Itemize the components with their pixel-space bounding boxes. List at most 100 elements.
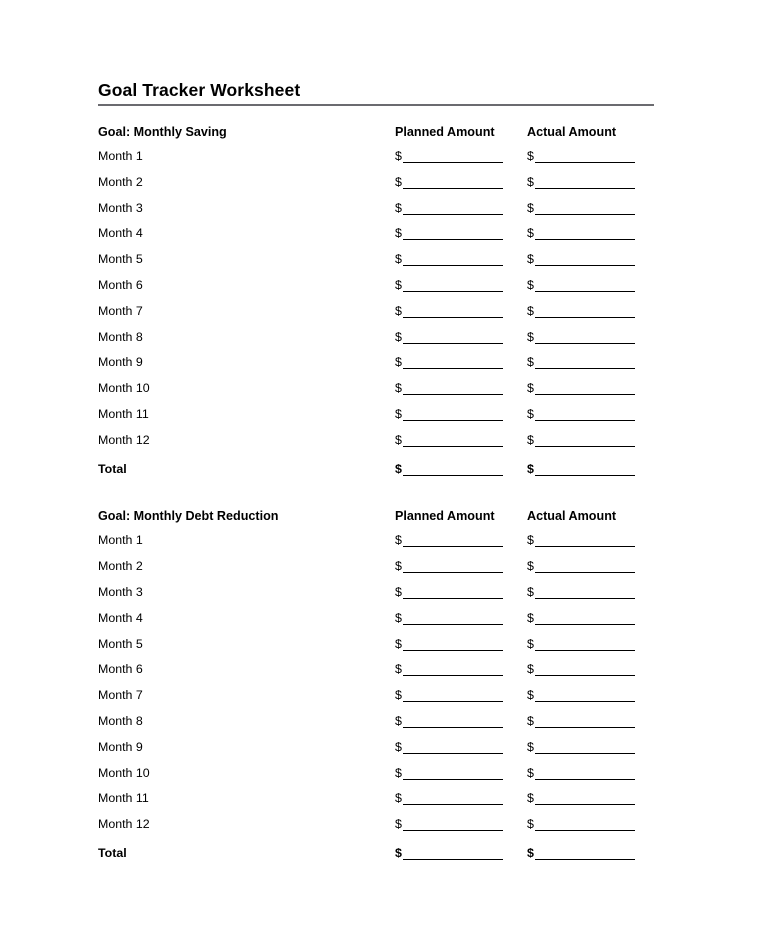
actual-amount-field[interactable]: $	[527, 330, 635, 344]
actual-amount-field[interactable]: $	[527, 407, 635, 421]
actual-amount-field[interactable]: $	[527, 278, 635, 292]
actual-amount-field[interactable]: $	[527, 150, 635, 163]
amount-write-in-line[interactable]	[402, 357, 503, 370]
actual-amount-field[interactable]: $	[527, 818, 635, 832]
actual-amount-field[interactable]: $	[527, 611, 635, 625]
amount-write-in-line[interactable]	[534, 535, 635, 548]
planned-amount-field[interactable]: $	[395, 585, 503, 599]
amount-write-in-line[interactable]	[534, 280, 635, 292]
amount-write-in-line[interactable]	[402, 151, 503, 163]
amount-write-in-line[interactable]	[402, 383, 503, 396]
amount-write-in-line[interactable]	[402, 280, 503, 292]
amount-write-in-line[interactable]	[402, 332, 503, 344]
actual-amount-field[interactable]: $	[527, 175, 635, 189]
amount-write-in-line[interactable]	[534, 561, 635, 574]
amount-write-in-line[interactable]	[402, 819, 503, 832]
amount-write-in-line[interactable]	[534, 768, 635, 780]
amount-write-in-line[interactable]	[402, 793, 503, 806]
planned-amount-field[interactable]: $	[395, 560, 503, 574]
amount-write-in-line[interactable]	[534, 587, 635, 599]
amount-write-in-line[interactable]	[534, 464, 635, 476]
amount-write-in-line[interactable]	[534, 613, 635, 625]
amount-write-in-line[interactable]	[402, 435, 503, 447]
amount-write-in-line[interactable]	[534, 228, 635, 241]
amount-write-in-line[interactable]	[402, 639, 503, 651]
total-planned-field[interactable]: $	[395, 462, 503, 476]
amount-write-in-line[interactable]	[534, 716, 635, 728]
planned-amount-field[interactable]: $	[395, 330, 503, 344]
amount-write-in-line[interactable]	[402, 464, 503, 476]
planned-amount-field[interactable]: $	[395, 534, 503, 548]
amount-write-in-line[interactable]	[402, 690, 503, 703]
actual-amount-field[interactable]: $	[527, 740, 635, 754]
amount-write-in-line[interactable]	[402, 561, 503, 574]
planned-amount-field[interactable]: $	[395, 175, 503, 189]
planned-amount-field[interactable]: $	[395, 714, 503, 728]
amount-write-in-line[interactable]	[402, 664, 503, 677]
actual-amount-field[interactable]: $	[527, 382, 635, 396]
amount-write-in-line[interactable]	[534, 306, 635, 318]
actual-amount-field[interactable]: $	[527, 792, 635, 806]
planned-amount-field[interactable]: $	[395, 253, 503, 267]
planned-amount-field[interactable]: $	[395, 201, 503, 215]
planned-amount-field[interactable]: $	[395, 766, 503, 780]
actual-amount-field[interactable]: $	[527, 227, 635, 241]
planned-amount-field[interactable]: $	[395, 356, 503, 370]
amount-write-in-line[interactable]	[534, 793, 635, 806]
amount-write-in-line[interactable]	[402, 203, 503, 215]
actual-amount-field[interactable]: $	[527, 201, 635, 215]
actual-amount-field[interactable]: $	[527, 304, 635, 318]
amount-write-in-line[interactable]	[534, 177, 635, 189]
planned-amount-field[interactable]: $	[395, 611, 503, 625]
amount-write-in-line[interactable]	[402, 228, 503, 241]
amount-write-in-line[interactable]	[402, 848, 503, 860]
planned-amount-field[interactable]: $	[395, 637, 503, 651]
amount-write-in-line[interactable]	[534, 357, 635, 370]
planned-amount-field[interactable]: $	[395, 689, 503, 703]
amount-write-in-line[interactable]	[402, 177, 503, 189]
actual-amount-field[interactable]: $	[527, 637, 635, 651]
planned-amount-field[interactable]: $	[395, 278, 503, 292]
amount-write-in-line[interactable]	[534, 742, 635, 754]
planned-amount-field[interactable]: $	[395, 407, 503, 421]
amount-write-in-line[interactable]	[534, 690, 635, 703]
amount-write-in-line[interactable]	[402, 613, 503, 625]
actual-amount-field[interactable]: $	[527, 585, 635, 599]
planned-amount-field[interactable]: $	[395, 304, 503, 318]
actual-amount-field[interactable]: $	[527, 356, 635, 370]
amount-write-in-line[interactable]	[534, 664, 635, 677]
amount-write-in-line[interactable]	[402, 742, 503, 754]
planned-amount-field[interactable]: $	[395, 150, 503, 163]
amount-write-in-line[interactable]	[534, 383, 635, 396]
amount-write-in-line[interactable]	[402, 409, 503, 421]
planned-amount-field[interactable]: $	[395, 433, 503, 447]
amount-write-in-line[interactable]	[402, 254, 503, 267]
planned-amount-field[interactable]: $	[395, 792, 503, 806]
amount-write-in-line[interactable]	[534, 151, 635, 163]
actual-amount-field[interactable]: $	[527, 433, 635, 447]
amount-write-in-line[interactable]	[534, 819, 635, 832]
amount-write-in-line[interactable]	[402, 306, 503, 318]
actual-amount-field[interactable]: $	[527, 560, 635, 574]
amount-write-in-line[interactable]	[534, 203, 635, 215]
amount-write-in-line[interactable]	[534, 435, 635, 447]
actual-amount-field[interactable]: $	[527, 766, 635, 780]
total-planned-field[interactable]: $	[395, 846, 503, 860]
planned-amount-field[interactable]: $	[395, 818, 503, 832]
actual-amount-field[interactable]: $	[527, 689, 635, 703]
amount-write-in-line[interactable]	[534, 254, 635, 267]
actual-amount-field[interactable]: $	[527, 663, 635, 677]
actual-amount-field[interactable]: $	[527, 714, 635, 728]
planned-amount-field[interactable]: $	[395, 740, 503, 754]
amount-write-in-line[interactable]	[402, 716, 503, 728]
amount-write-in-line[interactable]	[534, 332, 635, 344]
amount-write-in-line[interactable]	[402, 587, 503, 599]
actual-amount-field[interactable]: $	[527, 534, 635, 548]
amount-write-in-line[interactable]	[534, 848, 635, 860]
planned-amount-field[interactable]: $	[395, 227, 503, 241]
total-actual-field[interactable]: $	[527, 846, 635, 860]
planned-amount-field[interactable]: $	[395, 382, 503, 396]
planned-amount-field[interactable]: $	[395, 663, 503, 677]
actual-amount-field[interactable]: $	[527, 253, 635, 267]
amount-write-in-line[interactable]	[534, 639, 635, 651]
